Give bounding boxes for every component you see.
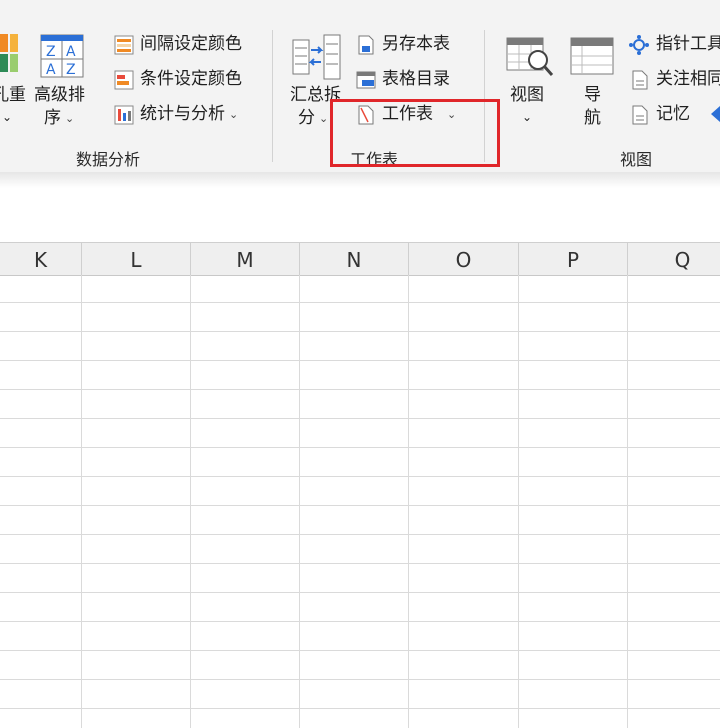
grid-row — [0, 391, 720, 419]
statistics-icon — [114, 105, 134, 125]
advanced-sort-button[interactable]: Z A A Z 高级排 序 ⌄ — [34, 30, 94, 130]
grid-row — [0, 362, 720, 390]
chevron-down-icon: ⌄ — [319, 112, 329, 125]
statistics-label-wrap: 统计与分析 ⌄ — [140, 104, 238, 126]
grid-row — [0, 623, 720, 651]
grid-row — [0, 681, 720, 709]
interval-color-icon — [114, 35, 134, 55]
svg-text:A: A — [46, 62, 56, 78]
group-separator — [272, 30, 273, 162]
grid-column-line — [518, 275, 519, 728]
memory-label: 记忆 — [656, 104, 690, 124]
column-header-row: K L M N O P Q — [0, 242, 720, 276]
chevron-down-icon: ⌄ — [229, 108, 239, 121]
grid-row — [0, 594, 720, 622]
summarize-split-label-2: 分 — [298, 108, 315, 128]
grid-row — [0, 275, 720, 303]
summarize-split-label-2-wrap: 分 ⌄ — [298, 108, 328, 130]
save-sheet-button[interactable]: 另存本表 — [356, 34, 466, 58]
column-header-k-label: K — [33, 248, 48, 272]
partial-left-button[interactable]: 孔重 ⌄ — [0, 30, 32, 130]
highlight-annotation-box — [330, 99, 500, 167]
column-header-n[interactable]: N — [300, 243, 409, 275]
pointer-tool-label: 指针工具 — [656, 34, 720, 54]
column-header-l-label: L — [130, 248, 142, 272]
column-header-l[interactable]: L — [82, 243, 191, 275]
grid-row — [0, 420, 720, 448]
view-button[interactable]: 视图 ⌄ — [502, 30, 558, 130]
column-header-o[interactable]: O — [409, 243, 519, 275]
condition-color-button[interactable]: 条件设定颜色 — [112, 69, 262, 93]
column-header-q[interactable]: Q — [628, 243, 720, 275]
grid-column-line — [408, 275, 409, 728]
grid-row — [0, 449, 720, 477]
svg-text:Z: Z — [66, 62, 76, 78]
partial-left-label: 孔重 — [0, 85, 26, 105]
chevron-down-icon: ⌄ — [65, 112, 75, 125]
pointer-tool-button[interactable]: 指针工具 — [628, 34, 720, 58]
sort-az-icon: Z A A Z — [40, 34, 84, 78]
grid-row — [0, 507, 720, 535]
condition-color-icon — [114, 70, 134, 90]
svg-text:A: A — [66, 44, 76, 60]
column-header-m-label: M — [236, 248, 254, 272]
interval-color-button[interactable]: 间隔设定颜色 — [112, 34, 262, 58]
grid-row — [0, 565, 720, 593]
grid-row — [0, 652, 720, 680]
grid-row — [0, 710, 720, 728]
navigate-label-1: 导 — [584, 85, 601, 105]
ribbon-shadow — [0, 172, 720, 188]
column-header-k[interactable]: K — [0, 243, 82, 275]
statistics-analysis-button[interactable]: 统计与分析 ⌄ — [112, 104, 262, 128]
navigation-icon — [570, 37, 614, 75]
memory-button[interactable]: 记忆 — [628, 104, 708, 128]
column-header-o-label: O — [455, 248, 472, 272]
column-header-q-label: Q — [674, 248, 691, 272]
column-header-p[interactable]: P — [519, 243, 628, 275]
grid-row — [0, 536, 720, 564]
grid-row — [0, 304, 720, 332]
save-sheet-icon — [358, 35, 374, 55]
sheet-directory-button[interactable]: 表格目录 — [356, 69, 466, 93]
focus-same-label: 关注相同 — [656, 69, 720, 89]
grid-column-line — [81, 275, 82, 728]
data-analysis-group-label: 数据分析 — [76, 150, 141, 169]
advanced-sort-label-1: 高级排 — [34, 85, 85, 105]
grid-column-line — [190, 275, 191, 728]
grid-icon — [0, 34, 18, 72]
arrow-left-icon[interactable] — [708, 104, 720, 124]
column-header-n-label: N — [346, 248, 362, 272]
grid-column-line — [299, 275, 300, 728]
grid-row — [0, 333, 720, 361]
save-sheet-label: 另存本表 — [382, 34, 450, 54]
interval-color-label: 间隔设定颜色 — [140, 34, 242, 54]
navigate-button[interactable]: 导 航 — [566, 30, 620, 130]
column-header-p-label: P — [566, 248, 580, 272]
cell-grid[interactable] — [0, 275, 720, 728]
ribbon: 孔重 ⌄ Z A A Z 高级排 序 ⌄ 间隔设定颜色 条件设定颜色 统计与分析… — [0, 0, 720, 172]
view-group-label: 视图 — [620, 150, 653, 169]
svg-text:Z: Z — [46, 44, 56, 60]
view-magnifier-icon — [506, 37, 554, 76]
advanced-sort-label-2-wrap: 序 ⌄ — [44, 108, 74, 130]
formula-bar-area[interactable] — [0, 188, 720, 230]
chevron-down-icon: ⌄ — [2, 110, 13, 124]
focus-same-button[interactable]: 关注相同 — [628, 69, 720, 93]
navigate-label-2: 航 — [584, 108, 601, 128]
statistics-label: 统计与分析 — [140, 104, 225, 124]
summarize-split-icon — [292, 34, 341, 80]
view-label: 视图 — [510, 85, 544, 105]
condition-color-label: 条件设定颜色 — [140, 69, 242, 89]
grid-column-line — [627, 275, 628, 728]
focus-same-icon — [632, 70, 648, 90]
sheet-directory-label: 表格目录 — [382, 69, 450, 89]
memory-icon — [632, 105, 648, 125]
chevron-down-icon: ⌄ — [522, 110, 533, 124]
sheet-directory-icon — [356, 71, 376, 89]
column-header-m[interactable]: M — [191, 243, 300, 275]
grid-row — [0, 478, 720, 506]
pointer-tool-icon — [629, 35, 649, 55]
advanced-sort-label-2: 序 — [44, 108, 61, 128]
